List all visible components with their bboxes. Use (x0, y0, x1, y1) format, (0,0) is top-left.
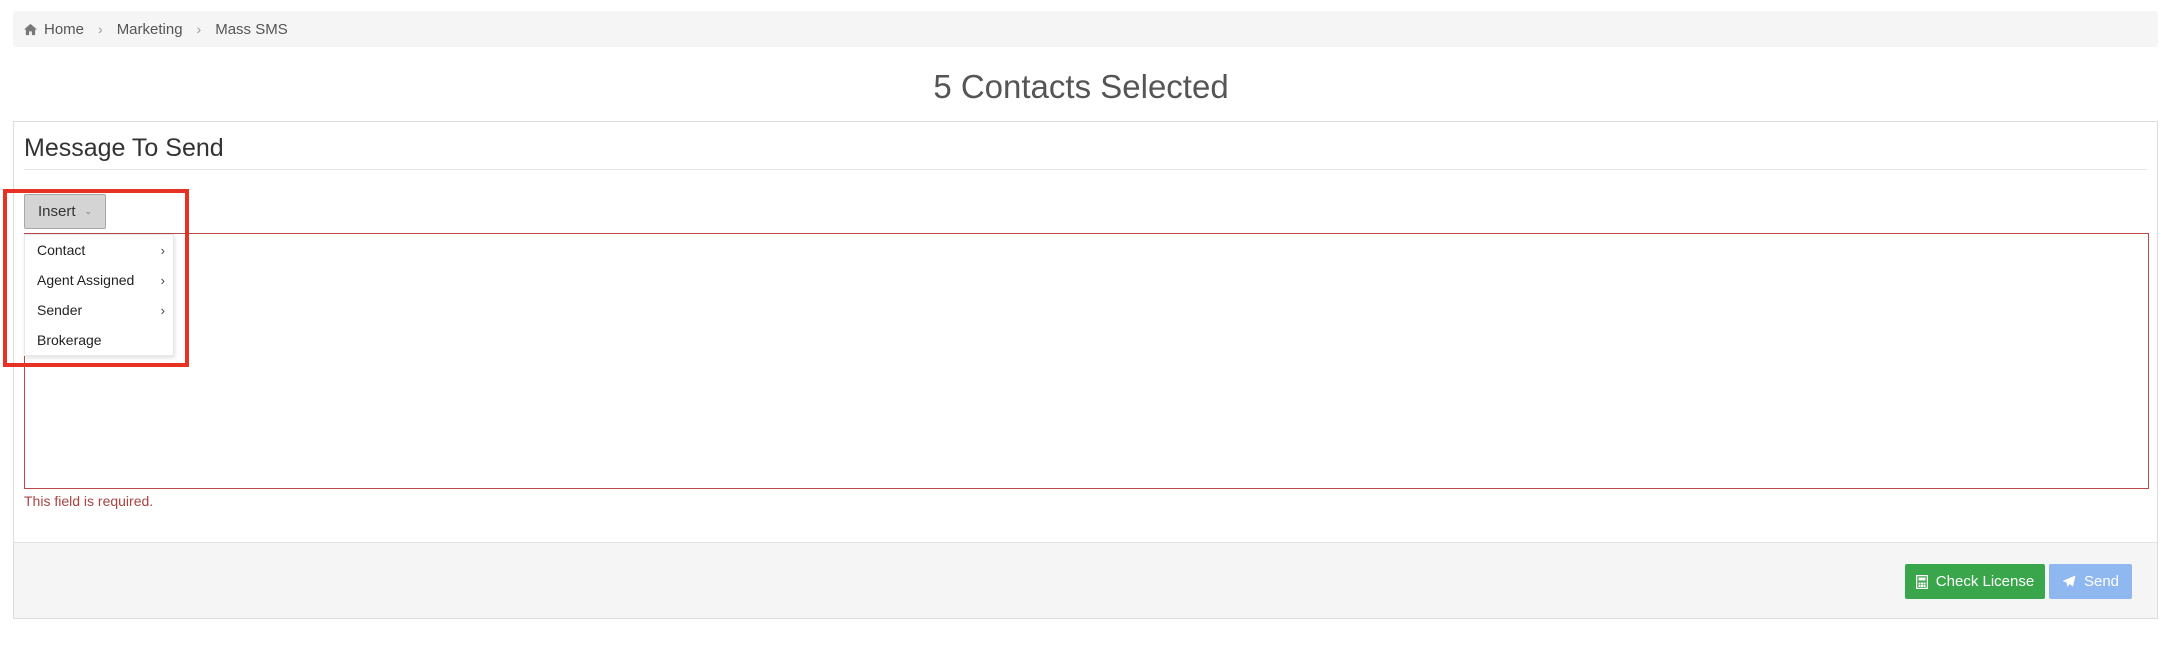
validation-error: This field is required. (24, 493, 154, 509)
chevron-right-icon: › (160, 272, 165, 288)
send-button[interactable]: Send (2049, 564, 2132, 599)
dropdown-item-contact[interactable]: Contact › (25, 235, 173, 265)
check-license-button[interactable]: Check License (1905, 564, 2045, 599)
insert-button-label: Insert (37, 203, 76, 220)
chevron-right-icon: › (160, 242, 165, 258)
chevron-right-icon: › (160, 302, 165, 318)
dropdown-item-agent-assigned[interactable]: Agent Assigned › (25, 265, 173, 295)
send-label: Send (2083, 573, 2120, 590)
dropdown-item-label: Contact (37, 242, 86, 258)
dropdown-item-sender[interactable]: Sender › (25, 295, 173, 325)
page-title: 5 Contacts Selected (933, 68, 1229, 105)
home-icon (24, 23, 37, 35)
dropdown-item-brokerage[interactable]: Brokerage (25, 325, 173, 355)
message-editor[interactable] (24, 233, 2149, 489)
breadcrumb-label: Home (44, 20, 85, 38)
insert-dropdown-button[interactable]: Insert ⌄ (24, 194, 106, 229)
panel-heading: Message To Send (24, 134, 2147, 170)
dropdown-item-label: Agent Assigned (37, 272, 135, 288)
calculator-icon (1915, 574, 1928, 589)
breadcrumb-item-mass-sms: Mass SMS (215, 20, 288, 38)
panel-footer: Check License Send (14, 542, 2157, 618)
chevron-down-icon: ⌄ (84, 206, 93, 216)
insert-dropdown-menu: Contact › Agent Assigned › Sender › Brok… (24, 234, 174, 356)
breadcrumb: Home › Marketing › Mass SMS (13, 11, 2158, 47)
breadcrumb-separator: › (196, 21, 202, 37)
breadcrumb-separator: › (98, 21, 103, 37)
dropdown-item-label: Sender (37, 302, 83, 318)
breadcrumb-item-home[interactable]: Home (23, 21, 84, 38)
message-panel: Message To Send Insert ⌄ Contact › Agent… (13, 121, 2158, 619)
paper-plane-icon (2062, 575, 2076, 587)
dropdown-item-label: Brokerage (37, 332, 102, 348)
check-license-label: Check License (1935, 573, 2035, 590)
breadcrumb-item-marketing[interactable]: Marketing (117, 21, 183, 38)
